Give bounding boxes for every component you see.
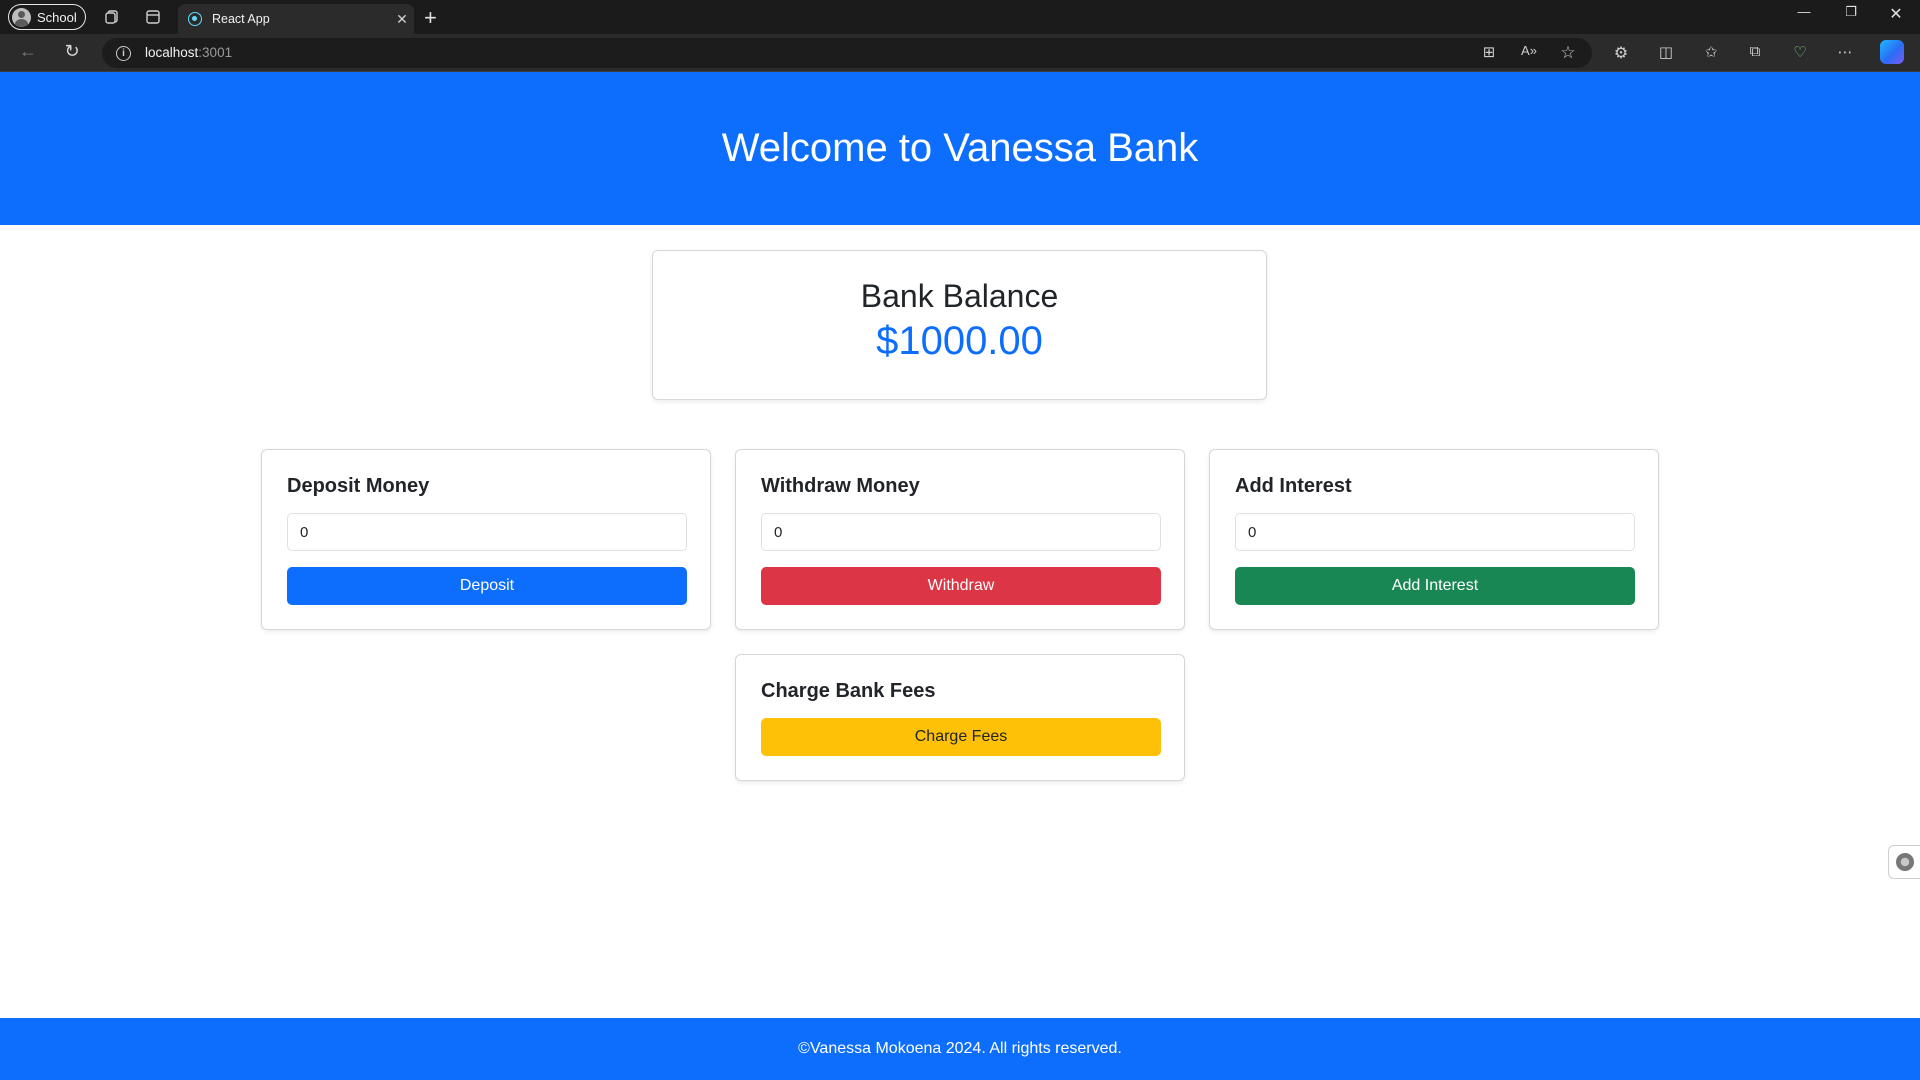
restore-icon[interactable]: ❐ [1831,4,1871,20]
extensions-icon[interactable]: ⚙ [1610,43,1632,63]
minimize-icon[interactable]: — [1784,4,1824,19]
browser-essentials-icon[interactable]: ♡ [1789,43,1811,61]
interest-amount-input[interactable] [1235,513,1635,551]
deposit-title: Deposit Money [287,475,430,497]
fees-card: Charge Bank Fees Charge Fees [735,654,1185,781]
circle-icon [1895,853,1914,871]
profile-label: School [37,9,77,25]
back-icon[interactable]: ← [16,41,40,65]
favorite-star-icon[interactable]: ☆ [1557,43,1579,63]
favorites-icon[interactable]: ✩ [1700,43,1722,61]
app-available-icon[interactable]: ⊞ [1478,43,1500,61]
deposit-amount-input[interactable] [287,513,687,551]
interest-title: Add Interest [1235,475,1352,497]
sidebar-toggle-button[interactable] [1888,845,1920,879]
more-icon[interactable]: ⋯ [1834,43,1856,61]
split-screen-icon[interactable]: ◫ [1655,43,1677,61]
react-icon [188,12,202,26]
site-info-icon[interactable]: i [116,45,131,61]
workspaces-icon[interactable] [100,5,124,29]
charge-fees-button[interactable]: Charge Fees [761,718,1161,756]
close-window-icon[interactable]: ✕ [1876,4,1916,24]
new-tab-icon[interactable]: + [424,5,437,31]
deposit-button[interactable]: Deposit [287,567,687,605]
interest-card: Add Interest Add Interest [1209,449,1659,630]
page-footer: ©Vanessa Mokoena 2024. All rights reserv… [0,1018,1920,1080]
profile-button[interactable]: School [8,4,86,30]
footer-text: ©Vanessa Mokoena 2024. All rights reserv… [798,1040,1122,1057]
fees-title: Charge Bank Fees [761,680,936,702]
url-port: :3001 [198,45,233,60]
collections-icon[interactable]: ⧉ [1744,43,1766,60]
page-title: Welcome to Vanessa Bank [721,126,1199,170]
address-toolbar: ← ↻ i localhost:3001 ⊞ A» ☆ ⚙ ◫ ✩ ⧉ ♡ ⋯ [0,34,1920,72]
withdraw-card: Withdraw Money Withdraw [735,449,1185,630]
deposit-card: Deposit Money Deposit [261,449,711,630]
browser-tab-bar: School React App ✕ + — ❐ ✕ [0,0,1920,34]
tab-actions-icon[interactable] [141,5,165,29]
balance-title: Bank Balance [860,278,1059,314]
withdraw-title: Withdraw Money [761,475,920,497]
refresh-icon[interactable]: ↻ [60,41,84,65]
page-header: Welcome to Vanessa Bank [0,72,1920,225]
withdraw-button[interactable]: Withdraw [761,567,1161,605]
url-host: localhost [145,45,199,60]
add-interest-button[interactable]: Add Interest [1235,567,1635,605]
tab-react-app[interactable]: React App ✕ [178,4,414,34]
tab-title: React App [212,12,270,26]
close-tab-icon[interactable]: ✕ [390,11,414,28]
avatar [12,7,31,27]
read-aloud-icon[interactable]: A» [1518,43,1540,58]
copilot-icon[interactable] [1880,40,1904,64]
balance-amount: $1000.00 [876,319,1043,363]
balance-card: Bank Balance $1000.00 [652,250,1267,400]
withdraw-amount-input[interactable] [761,513,1161,551]
address-bar[interactable]: i localhost:3001 [102,38,1592,68]
